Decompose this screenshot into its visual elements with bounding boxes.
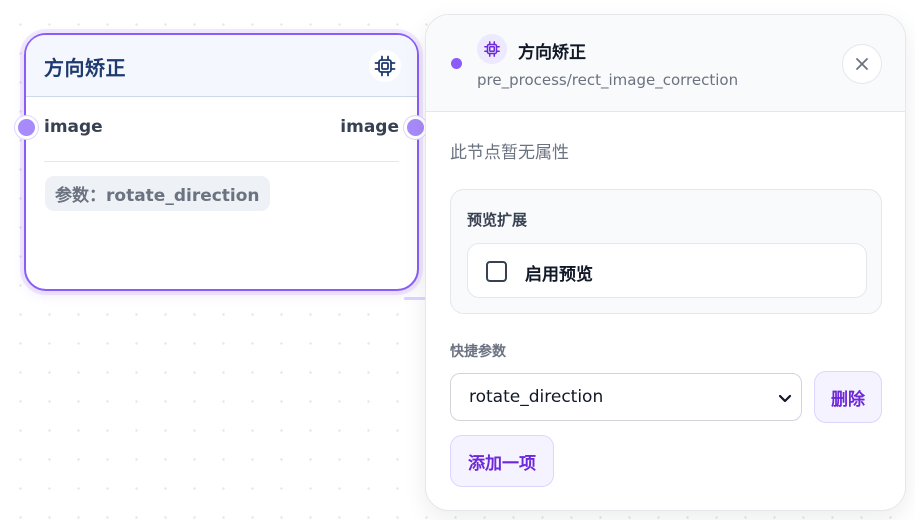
- output-port-handle[interactable]: [404, 116, 427, 139]
- quick-param-select[interactable]: rotate_direction: [450, 373, 802, 421]
- quick-params-label: 快捷参数: [450, 344, 506, 360]
- panel-header: 方向矫正 pre_process/rect_image_correction: [426, 15, 905, 112]
- preview-extension-section: 预览扩展 启用预览: [450, 189, 882, 314]
- add-param-button[interactable]: 添加一项: [450, 435, 554, 487]
- empty-properties-note: 此节点暂无属性: [450, 143, 569, 163]
- panel-title: 方向矫正: [518, 43, 586, 63]
- param-chip: 参数：rotate_direction: [45, 176, 270, 211]
- edge-stub: [404, 297, 426, 300]
- input-port-handle[interactable]: [15, 116, 38, 139]
- close-button[interactable]: [842, 44, 882, 84]
- node-title: 方向矫正: [44, 56, 126, 80]
- enable-preview-checkbox[interactable]: [486, 261, 507, 282]
- status-dot: [451, 58, 462, 69]
- node-header: 方向矫正: [26, 35, 417, 97]
- quick-param-select-value: rotate_direction: [469, 387, 604, 407]
- input-port-label: image: [44, 117, 103, 137]
- cpu-chip-icon: [369, 50, 401, 82]
- enable-preview-label: 启用预览: [525, 265, 593, 285]
- node-path: pre_process/rect_image_correction: [477, 71, 739, 89]
- preview-section-title: 预览扩展: [467, 211, 528, 229]
- cpu-chip-icon: [477, 34, 507, 64]
- close-icon: [856, 58, 868, 70]
- node-io-row: image image: [26, 97, 417, 162]
- enable-preview-toggle[interactable]: 启用预览: [467, 243, 867, 298]
- output-port-label: image: [340, 117, 399, 137]
- delete-param-button[interactable]: 删除: [814, 371, 882, 423]
- node-divider: [44, 161, 399, 162]
- properties-panel: 方向矫正 pre_process/rect_image_correction 此…: [425, 14, 906, 511]
- workflow-node-card[interactable]: 方向矫正 image image 参数：rotate_direction: [24, 33, 419, 291]
- chevron-down-icon: [778, 394, 792, 403]
